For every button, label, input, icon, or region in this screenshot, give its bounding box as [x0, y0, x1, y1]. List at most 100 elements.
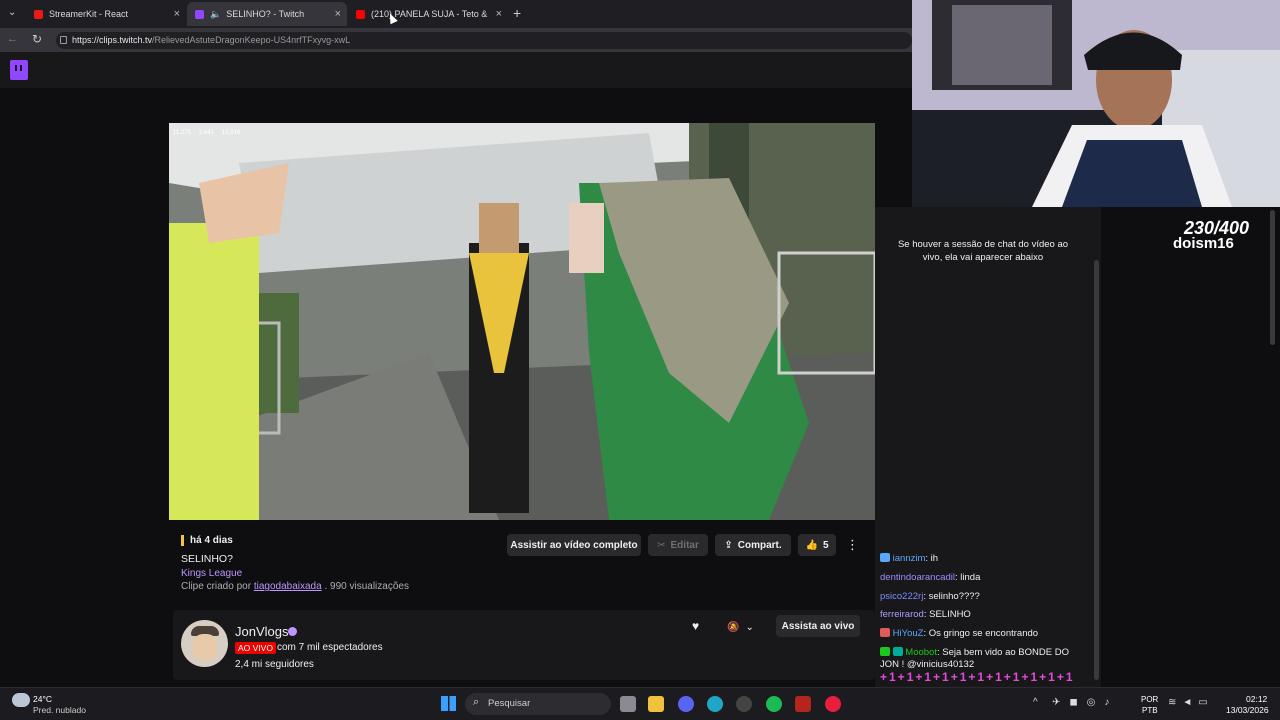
share-button[interactable]: ⇪ Compart. — [715, 534, 791, 556]
weather-temp: 24°C — [33, 694, 52, 704]
new-tab-icon[interactable]: + — [513, 5, 521, 21]
button-label: Assistir ao vídeo completo — [510, 539, 638, 551]
right-scrollbar[interactable] — [1270, 210, 1275, 345]
back-icon[interactable]: ← — [7, 33, 18, 45]
follower-count: 2,4 mi seguidores — [235, 659, 314, 670]
like-count: 5 — [822, 539, 829, 551]
site-info-icon[interactable] — [60, 36, 67, 44]
clip-category-link[interactable]: Kings League — [181, 568, 242, 579]
reload-icon[interactable]: ↻ — [32, 32, 42, 46]
button-label: Assista ao vivo — [781, 620, 855, 632]
close-icon[interactable]: × — [496, 8, 502, 20]
spotify-icon[interactable] — [766, 696, 782, 712]
clip-credit: Clipe criado por tiagodabaixada . 990 vi… — [181, 581, 409, 592]
stream-side-panel — [1101, 207, 1280, 687]
chat-message: psico222rj: selinho???? — [880, 591, 1090, 603]
plus-emote-icons: +1+1+1+1+1+1+1+1+1+1+1 — [880, 670, 1075, 684]
tray-icons[interactable]: ✈◼◎♪ — [1052, 697, 1118, 708]
streamerkit-favicon-icon — [34, 9, 43, 19]
chat-username[interactable]: psico222rj — [880, 591, 923, 602]
twitch-favicon-icon — [195, 9, 204, 19]
badge-icon — [880, 553, 890, 562]
verified-icon — [288, 627, 297, 636]
url-path: /RelievedAstuteDragonKeepo-US4nrfTFxyvg-… — [152, 35, 351, 45]
button-label: Editar — [670, 539, 699, 551]
channel-name[interactable]: JonVlogs — [235, 624, 288, 639]
watch-full-video-button[interactable]: Assistir ao vídeo completo — [507, 534, 641, 556]
tab-twitch[interactable]: 🔈 SELINHO? - Twitch × — [187, 2, 347, 26]
app-icon[interactable] — [795, 696, 811, 712]
tab-title: SELINHO? - Twitch — [226, 9, 305, 19]
clip-views: . 990 visualizações — [324, 581, 409, 592]
network-volume-battery-icons[interactable]: ≋◄▭ — [1168, 697, 1214, 708]
clock-date[interactable]: 13/03/2026 — [1226, 705, 1269, 715]
scissors-icon: ✂ — [657, 539, 666, 551]
windows-start-icon[interactable] — [441, 696, 456, 711]
speaker-icon[interactable]: 🔈 — [210, 9, 221, 20]
chat-scrollbar[interactable] — [1094, 260, 1099, 680]
chat-message: HiYouZ: Os gringo se encontrando — [880, 628, 1090, 640]
bot-badge-icon — [892, 647, 903, 656]
url-host: https://clips.twitch.tv — [72, 35, 153, 45]
weather-icon[interactable] — [12, 693, 30, 707]
url-field[interactable]: https://clips.twitch.tv/RelievedAstuteDr… — [56, 32, 912, 49]
like-button[interactable]: 👍 5 — [798, 534, 836, 556]
heart-icon[interactable]: ♥ — [692, 619, 699, 633]
streamer-webcam — [912, 0, 1280, 207]
chat-message: Moobot: Seja bem vido ao BONDE DO JON ! … — [880, 647, 1090, 685]
red-app-icon[interactable] — [825, 696, 841, 712]
clip-title: SELINHO? — [181, 553, 233, 565]
chat-text: : SELINHO — [923, 609, 971, 620]
more-options-icon[interactable]: ⋮ — [846, 537, 859, 553]
tab-list-icon[interactable]: ⌄ — [8, 7, 16, 18]
moderator-badge-icon — [880, 647, 890, 656]
weather-desc: Pred. nublado — [33, 705, 86, 715]
language-1[interactable]: POR — [1141, 695, 1158, 704]
video-frame — [169, 123, 875, 520]
chat-message: dentindoarancadil: linda — [880, 572, 1090, 584]
thumbs-up-icon: 👍 — [805, 539, 818, 551]
live-badge: AO VIVO — [235, 642, 276, 654]
file-explorer-icon[interactable] — [648, 696, 664, 712]
bell-off-icon: 🔕 — [727, 621, 740, 633]
clip-age: há 4 dias — [190, 535, 233, 546]
language-2[interactable]: PTB — [1142, 706, 1158, 715]
obs-icon[interactable] — [736, 696, 752, 712]
close-icon[interactable]: × — [335, 8, 341, 20]
discord-icon[interactable] — [678, 696, 694, 712]
search-icon: ⌕ — [473, 696, 480, 708]
tray-chevron-icon[interactable]: ^ — [1033, 697, 1038, 708]
chat-message: ferreirarod: SELINHO — [880, 609, 1090, 621]
chat-username[interactable]: iannzim — [893, 553, 926, 564]
stat-3: 13.916 — [221, 130, 241, 136]
chat-username[interactable]: dentindoarancadil — [880, 572, 955, 583]
edge-icon[interactable] — [707, 696, 723, 712]
tab-streamerkit[interactable]: StreamerKit - React × — [26, 2, 186, 26]
twitch-logo-icon[interactable] — [10, 60, 28, 80]
task-view-icon[interactable] — [620, 696, 636, 712]
chat-username[interactable]: ferreirarod — [880, 609, 924, 620]
youtube-favicon-icon — [356, 9, 365, 19]
chat-username[interactable]: Moobot — [905, 647, 937, 658]
tab-title: StreamerKit - React — [49, 9, 129, 19]
close-icon[interactable]: × — [174, 8, 180, 20]
tab-bar: ⌄ StreamerKit - React × 🔈 SELINHO? - Twi… — [0, 0, 912, 28]
share-icon: ⇪ — [724, 539, 733, 551]
tab-youtube[interactable]: (210) PANELA SUJA - Teto & WIU × — [348, 2, 508, 26]
goal-name: doism16 — [1173, 235, 1234, 252]
chat-text: : linda — [955, 572, 981, 583]
notifications-button[interactable]: 🔕 ⌄ — [727, 617, 767, 637]
chat-message: iannzim: ih — [880, 553, 1090, 565]
edit-button[interactable]: ✂ Editar — [648, 534, 708, 556]
chevron-down-icon: ⌄ — [745, 621, 754, 633]
chat-username[interactable]: HiYouZ — [893, 628, 924, 639]
clip-video-player[interactable]: 11.275 2.641 13.916 — [169, 123, 875, 520]
stat-2: 2.641 — [198, 130, 214, 136]
clip-creator-link[interactable]: tiagodabaixada — [254, 581, 322, 592]
stat-1: 11.275 — [173, 130, 191, 136]
watch-live-button[interactable]: Assista ao vivo — [776, 615, 860, 637]
clip-age-bar — [181, 535, 184, 546]
taskbar-search[interactable]: ⌕ Pesquisar — [465, 693, 611, 715]
channel-avatar[interactable] — [181, 620, 228, 667]
clock-time[interactable]: 02:12 — [1246, 694, 1267, 704]
